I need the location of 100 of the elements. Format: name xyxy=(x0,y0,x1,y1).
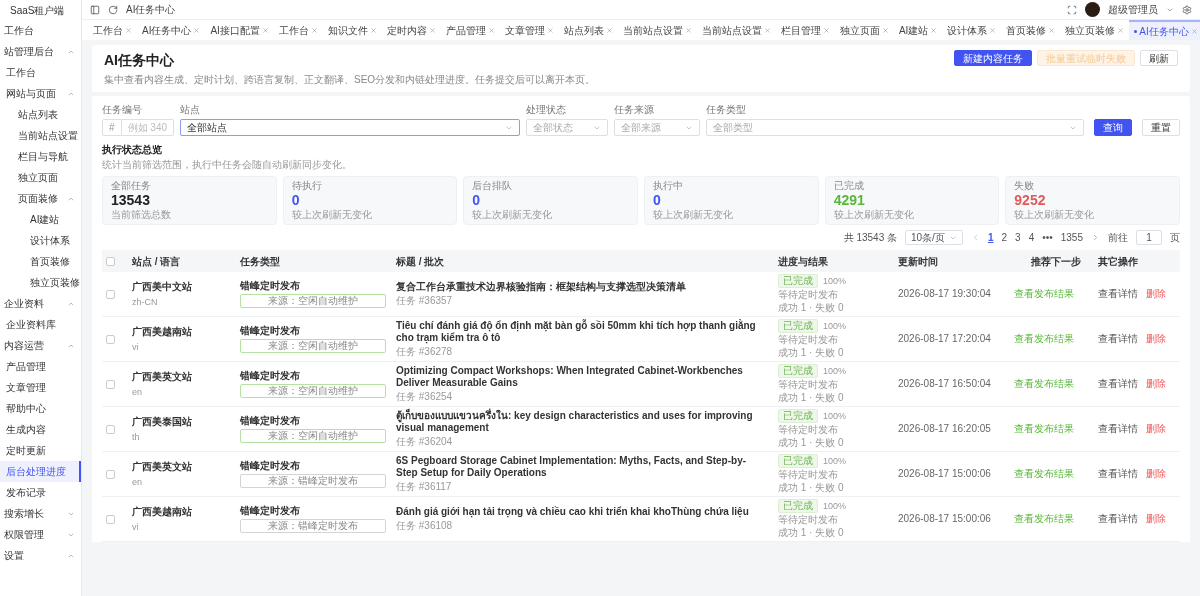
page-tab[interactable]: 当前站点设置 xyxy=(696,20,776,40)
close-icon[interactable] xyxy=(684,26,692,34)
row-action-link[interactable]: 删除 xyxy=(1146,378,1166,390)
page-tab[interactable]: 定时内容 xyxy=(381,20,441,40)
sidebar-item[interactable]: 内容运营 xyxy=(0,335,81,356)
row-checkbox[interactable] xyxy=(106,424,115,434)
sidebar-item[interactable]: 网站与页面 xyxy=(0,83,81,104)
page-tab[interactable]: AI接口配置 xyxy=(205,20,274,40)
page-tab[interactable]: 知识文件 xyxy=(322,20,382,40)
page-size-select[interactable]: 10条/页 xyxy=(905,230,963,245)
close-icon[interactable] xyxy=(989,26,997,34)
page-tab[interactable]: 工作台 xyxy=(273,20,323,40)
close-icon[interactable] xyxy=(1117,26,1125,34)
select-all-checkbox[interactable] xyxy=(106,256,115,266)
row-action-link[interactable]: 删除 xyxy=(1146,288,1166,300)
sidebar-item[interactable]: 工作台 xyxy=(0,62,81,83)
page-tab[interactable]: 独立页面 xyxy=(834,20,894,40)
sidebar-item[interactable]: 设计体系 xyxy=(0,230,81,251)
close-icon[interactable] xyxy=(822,26,830,34)
avatar[interactable] xyxy=(1085,2,1100,17)
page-tab[interactable]: 栏目管理 xyxy=(775,20,835,40)
row-action-link[interactable]: 删除 xyxy=(1146,468,1166,480)
row-checkbox[interactable] xyxy=(106,469,115,479)
filter-button[interactable]: 查询 xyxy=(1094,119,1132,136)
row-checkbox[interactable] xyxy=(106,334,115,344)
close-icon[interactable] xyxy=(193,26,201,34)
header-button[interactable]: 刷新 xyxy=(1140,50,1178,66)
row-action-link[interactable]: 查看详情 xyxy=(1098,513,1138,525)
filter-button[interactable]: 重置 xyxy=(1142,119,1180,136)
row-action-link[interactable]: 查看详情 xyxy=(1098,288,1138,300)
row-action-link[interactable]: 查看详情 xyxy=(1098,378,1138,390)
goto-page-field[interactable]: 1 xyxy=(1136,230,1162,245)
sidebar-item[interactable]: 搜索增长 xyxy=(0,503,81,524)
page-tab[interactable]: AI建站 xyxy=(893,20,943,40)
page-number[interactable]: 2 xyxy=(1001,230,1008,245)
page-tab[interactable]: 产品管理 xyxy=(440,20,500,40)
close-icon[interactable] xyxy=(930,26,938,34)
page-tab[interactable]: 独立页装修 xyxy=(1060,20,1130,40)
page-number[interactable]: 3 xyxy=(1015,230,1021,245)
refresh-icon[interactable] xyxy=(108,4,118,15)
user-name[interactable]: 超级管理员 xyxy=(1108,2,1158,17)
close-icon[interactable] xyxy=(1190,27,1198,35)
close-icon[interactable] xyxy=(428,26,436,34)
sidebar-item[interactable]: 设置 xyxy=(0,545,81,566)
sidebar-item[interactable]: 生成内容 xyxy=(0,419,81,440)
page-number[interactable]: 1 xyxy=(988,230,994,245)
row-checkbox[interactable] xyxy=(106,379,115,389)
previous-page-icon[interactable] xyxy=(971,233,980,242)
close-icon[interactable] xyxy=(605,26,613,34)
page-tab[interactable]: AI任务中心 xyxy=(1129,20,1200,40)
row-checkbox[interactable] xyxy=(106,514,115,524)
page-tab[interactable]: 站点列表 xyxy=(558,20,618,40)
page-number[interactable]: 4 xyxy=(1028,230,1035,245)
close-icon[interactable] xyxy=(763,26,771,34)
row-action-link[interactable]: 删除 xyxy=(1146,333,1166,345)
close-icon[interactable] xyxy=(1048,26,1056,34)
sidebar-item[interactable]: 权限管理 xyxy=(0,524,81,545)
sidebar-item[interactable]: 企业资料库 xyxy=(0,314,81,335)
close-icon[interactable] xyxy=(125,26,132,34)
row-action-link[interactable]: 查看详情 xyxy=(1098,333,1138,345)
sidebar-item[interactable]: 帮助中心 xyxy=(0,398,81,419)
sidebar-item[interactable]: 独立页面 xyxy=(0,167,81,188)
page-tab[interactable]: 工作台 xyxy=(88,20,137,40)
select-field[interactable]: 全部站点 xyxy=(180,119,520,136)
sidebar-item[interactable]: 定时更新 xyxy=(0,440,81,461)
header-button[interactable]: 新建内容任务 xyxy=(954,50,1032,66)
page-tab[interactable]: 当前站点设置 xyxy=(617,20,697,40)
sidebar-item[interactable]: 独立页装修 xyxy=(0,272,81,293)
row-action-link[interactable]: 查看详情 xyxy=(1098,468,1138,480)
close-icon[interactable] xyxy=(546,26,554,34)
sidebar-item[interactable]: 产品管理 xyxy=(0,356,81,377)
sidebar-item[interactable]: 发布记录 xyxy=(0,482,81,503)
fullscreen-icon[interactable] xyxy=(1067,4,1077,15)
sidebar-item[interactable]: AI建站 xyxy=(0,209,81,230)
page-tab[interactable]: AI任务中心 xyxy=(137,20,206,40)
sidebar-item[interactable]: 站点列表 xyxy=(0,104,81,125)
sidebar-item[interactable]: 企业资料 xyxy=(0,293,81,314)
settings-icon[interactable] xyxy=(1182,4,1192,15)
sidebar-item[interactable]: 当前站点设置 xyxy=(0,125,81,146)
close-icon[interactable] xyxy=(369,26,377,34)
page-ellipsis[interactable]: ••• xyxy=(1042,230,1053,245)
close-icon[interactable] xyxy=(487,26,495,34)
sidebar-toggle-icon[interactable] xyxy=(90,4,100,15)
sidebar-item[interactable]: 后台处理进度 xyxy=(0,461,81,482)
page-number[interactable]: 1355 xyxy=(1060,230,1083,245)
close-icon[interactable] xyxy=(310,26,318,34)
page-tab[interactable]: 文章管理 xyxy=(499,20,559,40)
sidebar-item[interactable]: 页面装修 xyxy=(0,188,81,209)
row-action-link[interactable]: 删除 xyxy=(1146,423,1166,435)
row-action-link[interactable]: 删除 xyxy=(1146,513,1166,525)
sidebar-item[interactable]: 首页装修 xyxy=(0,251,81,272)
page-tab[interactable]: 设计体系 xyxy=(942,20,1002,40)
sidebar-item[interactable]: 文章管理 xyxy=(0,377,81,398)
sidebar-item[interactable]: 工作台 xyxy=(0,20,81,41)
row-checkbox[interactable] xyxy=(106,289,115,299)
task-number-field[interactable]: 例如 340 xyxy=(121,119,174,136)
sidebar-item[interactable]: 站管理后台 xyxy=(0,41,81,62)
close-icon[interactable] xyxy=(261,26,269,34)
next-page-icon[interactable] xyxy=(1091,233,1100,242)
row-action-link[interactable]: 查看详情 xyxy=(1098,423,1138,435)
